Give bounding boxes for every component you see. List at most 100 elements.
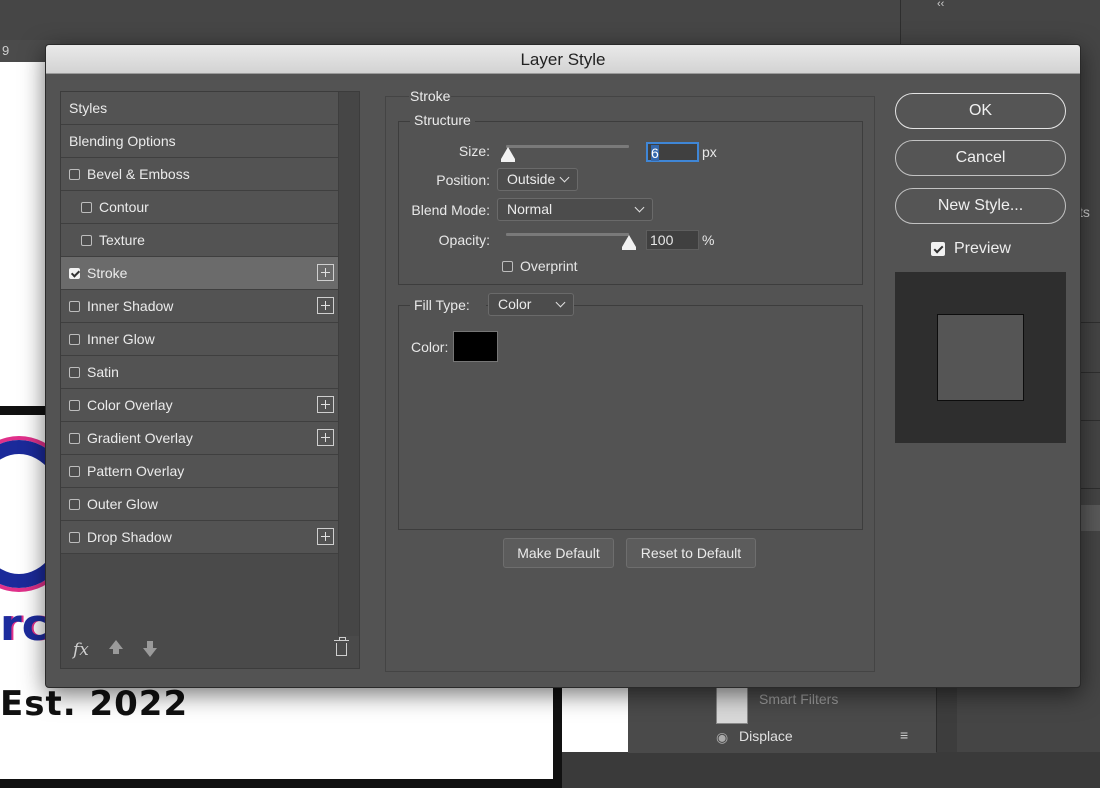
make-default-button[interactable]: Make Default [503, 538, 614, 568]
styles-footer: fx [61, 634, 359, 668]
styles-list: Styles Blending Options Bevel & Emboss Cont… [61, 92, 340, 554]
color-label: Color: [411, 339, 449, 355]
move-down-icon-stem [147, 641, 153, 648]
size-unit: px [702, 144, 717, 160]
collapse-panel-icon[interactable]: ‹‹ [937, 0, 944, 10]
reset-to-default-button[interactable]: Reset to Default [626, 538, 756, 568]
add-effect-icon[interactable] [317, 297, 334, 314]
size-input[interactable]: 6 [646, 142, 699, 162]
style-item-stroke[interactable]: Stroke [61, 257, 340, 290]
style-item-label: Bevel & Emboss [87, 166, 190, 182]
stroke-color-swatch[interactable] [453, 331, 498, 362]
style-item-blending-options[interactable]: Blending Options [61, 125, 340, 158]
add-effect-icon[interactable] [317, 396, 334, 413]
style-checkbox[interactable] [81, 234, 92, 246]
style-item-pattern-overlay[interactable]: Pattern Overlay [61, 455, 340, 488]
style-item-label: Pattern Overlay [87, 463, 185, 479]
overprint-option[interactable]: Overprint [502, 258, 578, 274]
preview-label: Preview [954, 240, 1011, 257]
panel-highlight-row [1081, 505, 1100, 531]
add-effect-icon[interactable] [317, 528, 334, 545]
size-value: 6 [651, 145, 659, 161]
styles-scrollbar[interactable] [338, 92, 359, 636]
style-item-color-overlay[interactable]: Color Overlay [61, 389, 340, 422]
blend-mode-select[interactable]: Normal [497, 198, 653, 221]
style-checkbox[interactable] [69, 366, 80, 378]
smart-filter-thumbnail[interactable] [716, 687, 748, 724]
style-item-label: Contour [99, 199, 149, 215]
layer-style-dialog: Layer Style Styles Blending Options Bevel … [45, 44, 1081, 688]
style-item-satin[interactable]: Satin [61, 356, 340, 389]
opacity-label: Opacity: [438, 232, 490, 248]
style-checkbox[interactable] [81, 201, 92, 213]
size-slider-thumb[interactable] [501, 147, 516, 162]
style-checkbox[interactable] [69, 300, 80, 312]
fill-type-value: Color [498, 296, 532, 312]
move-down-icon[interactable] [143, 648, 157, 657]
opacity-unit: % [702, 232, 715, 248]
style-item-inner-shadow[interactable]: Inner Shadow [61, 290, 340, 323]
style-item-label: Stroke [87, 265, 128, 281]
stroke-section-title: Stroke [409, 88, 452, 104]
preview-option[interactable]: Preview [931, 240, 1011, 258]
style-checkbox[interactable] [69, 465, 80, 477]
structure-title: Structure [410, 112, 475, 128]
fx-icon[interactable]: fx [73, 640, 89, 660]
style-item-label: Satin [87, 364, 119, 380]
style-checkbox[interactable] [69, 333, 80, 345]
opacity-input[interactable]: 100 [646, 230, 699, 250]
preview-checkbox[interactable] [931, 242, 945, 256]
style-item-label: Gradient Overlay [87, 430, 193, 446]
style-checkbox[interactable] [69, 531, 80, 543]
opacity-slider-track[interactable] [506, 233, 629, 236]
style-item-label: Drop Shadow [87, 529, 172, 545]
size-label: Size: [458, 143, 490, 159]
style-checkbox[interactable] [69, 432, 80, 444]
displace-filter-label[interactable]: Displace [739, 728, 793, 744]
position-value: Outside [507, 171, 556, 187]
chevron-down-icon [634, 202, 645, 213]
move-up-icon-stem [113, 648, 119, 654]
filter-options-icon[interactable]: ≡ [900, 727, 908, 743]
canvas-artwork-text: rc [0, 600, 48, 651]
style-item-inner-glow[interactable]: Inner Glow [61, 323, 340, 356]
opacity-slider-thumb[interactable] [622, 235, 636, 250]
add-effect-icon[interactable] [317, 264, 334, 281]
visibility-eye-icon[interactable]: ◉ [716, 729, 728, 746]
blend-mode-label: Blend Mode: [411, 202, 490, 218]
add-effect-icon[interactable] [317, 429, 334, 446]
style-item-bevel-emboss[interactable]: Bevel & Emboss [61, 158, 340, 191]
overprint-label: Overprint [520, 258, 578, 274]
trash-icon[interactable] [334, 637, 349, 656]
style-checkbox[interactable] [69, 399, 80, 411]
styles-panel: Styles Blending Options Bevel & Emboss Cont… [60, 91, 360, 669]
style-checkbox[interactable] [69, 267, 80, 279]
size-slider-track[interactable] [506, 145, 629, 148]
cancel-button[interactable]: Cancel [895, 140, 1066, 176]
style-item-gradient-overlay[interactable]: Gradient Overlay [61, 422, 340, 455]
style-item-drop-shadow[interactable]: Drop Shadow [61, 521, 340, 554]
style-checkbox[interactable] [69, 498, 80, 510]
overprint-checkbox[interactable] [502, 260, 513, 272]
ok-button[interactable]: OK [895, 93, 1066, 129]
chevron-down-icon [559, 172, 570, 183]
style-item-label: Color Overlay [87, 397, 173, 413]
style-checkbox[interactable] [69, 168, 80, 180]
blend-mode-value: Normal [507, 201, 553, 217]
style-item-outer-glow[interactable]: Outer Glow [61, 488, 340, 521]
dialog-title[interactable]: Layer Style [46, 45, 1080, 74]
position-select[interactable]: Outside [497, 168, 578, 191]
new-style-button[interactable]: New Style... [895, 188, 1066, 224]
style-item-label: Styles [69, 100, 108, 116]
style-item-texture[interactable]: Texture [61, 224, 340, 257]
style-item-label: Blending Options [69, 133, 176, 149]
smart-filters-label[interactable]: Smart Filters [759, 691, 838, 707]
canvas-artwork-est-text: Est. 2022 [0, 684, 189, 724]
style-item-label: Inner Glow [87, 331, 155, 347]
fill-type-label: Fill Type: [410, 297, 486, 313]
chevron-down-icon [555, 297, 566, 308]
fill-type-select[interactable]: Color [488, 293, 574, 316]
style-item-contour[interactable]: Contour [61, 191, 340, 224]
style-item-styles[interactable]: Styles [61, 92, 340, 125]
layers-panel-partial: Smart Filters ◉ Displace ≡ [628, 686, 936, 753]
